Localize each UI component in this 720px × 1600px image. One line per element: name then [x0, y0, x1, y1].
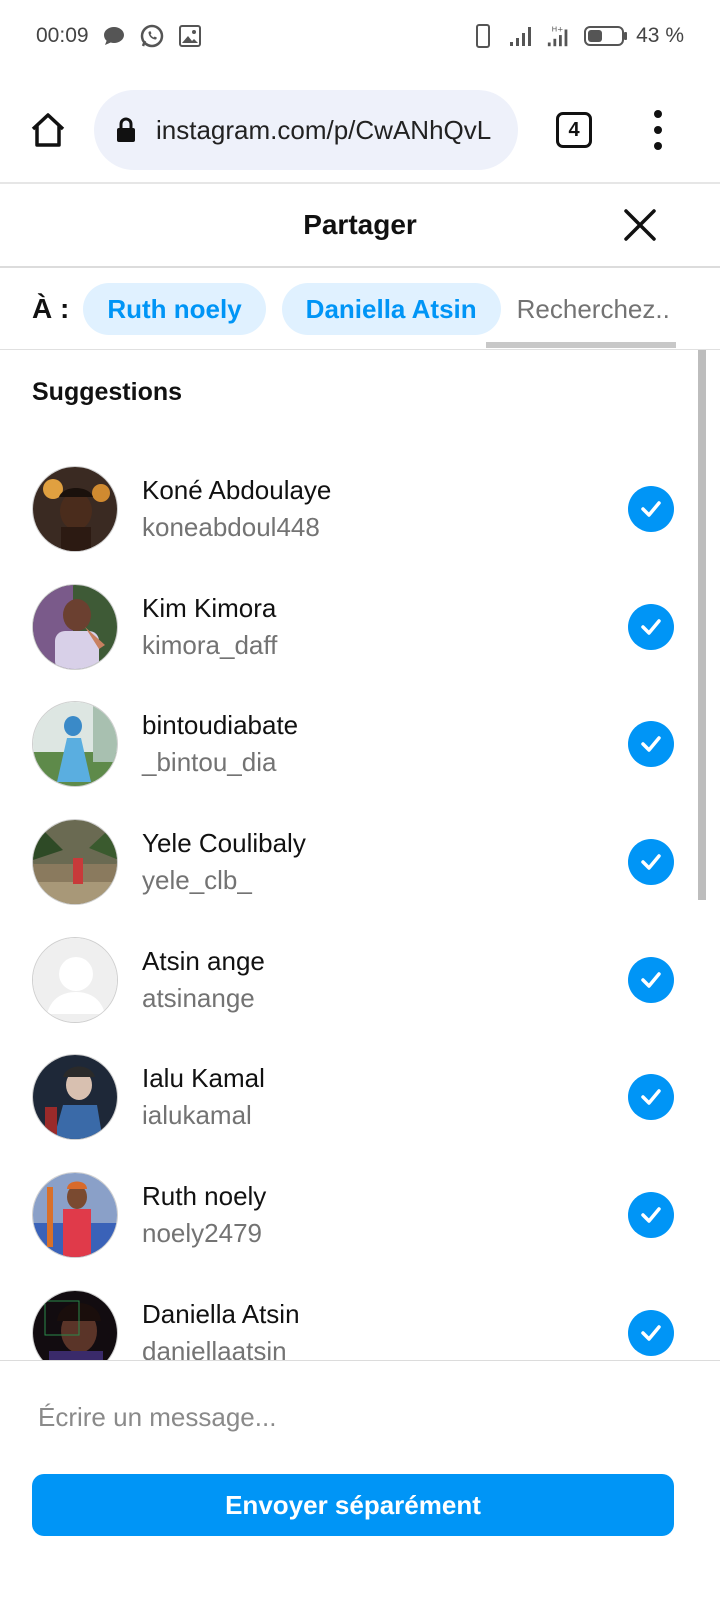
contact-name: Ruth noely	[142, 1180, 267, 1211]
default-profile-icon	[33, 937, 117, 1022]
avatar	[32, 701, 118, 788]
check-icon	[641, 854, 661, 870]
phone-device-icon	[470, 23, 496, 49]
contact-row[interactable]: bintoudiabate _bintou_dia	[0, 685, 720, 803]
contact-username: yele_clb_	[142, 864, 252, 895]
contact-name: Atsin ange	[142, 945, 265, 976]
avatar	[32, 1054, 118, 1141]
recipient-chip[interactable]: Ruth noely	[83, 283, 266, 335]
contact-username: daniellaatsin	[142, 1335, 287, 1360]
contact-row[interactable]: Ialu Kamal ialukamal	[0, 1038, 720, 1156]
recipient-search-input[interactable]	[516, 293, 687, 325]
contact-list: Koné Abdoulaye koneabdoul448 Kim Kimora …	[0, 450, 720, 1360]
avatar	[32, 583, 118, 670]
selected-checkmark[interactable]	[628, 603, 674, 650]
selected-checkmark[interactable]	[628, 1192, 674, 1239]
check-icon	[641, 1207, 661, 1223]
whatsapp-icon	[139, 23, 165, 49]
overflow-menu-button[interactable]	[648, 110, 668, 150]
menu-dot-icon	[654, 110, 662, 118]
url-text: instagram.com/p/CwANhQvL	[156, 114, 492, 145]
home-button[interactable]	[26, 108, 70, 152]
check-icon	[641, 1089, 661, 1106]
page-title: Partager	[303, 209, 417, 240]
tab-switcher-button[interactable]: 4	[556, 112, 592, 148]
check-icon	[641, 736, 661, 753]
contact-name: bintoudiabate	[142, 710, 299, 741]
contact-row[interactable]: Koné Abdoulaye koneabdoul448	[0, 450, 720, 568]
contact-username: _bintou_dia	[142, 747, 277, 778]
status-bar: 00:09 H+ 43 %	[0, 0, 720, 72]
message-input[interactable]	[38, 1392, 678, 1442]
check-icon	[641, 501, 661, 517]
share-header: Partager	[0, 184, 720, 266]
lock-icon	[117, 117, 135, 142]
recipients-row: À : Ruth noely Daniella Atsin	[0, 268, 720, 350]
status-bar-right: H+ 43 %	[470, 23, 684, 49]
suggestions-panel: Suggestions Koné Abdoulaye koneabdoul448…	[0, 350, 720, 1360]
avatar	[32, 1171, 118, 1258]
selected-checkmark[interactable]	[628, 486, 674, 532]
suggestions-title: Suggestions	[32, 378, 183, 406]
close-button[interactable]	[620, 205, 660, 245]
search-input-underline	[486, 342, 676, 348]
contact-name: Koné Abdoulaye	[142, 474, 332, 505]
selected-checkmark[interactable]	[628, 1309, 674, 1356]
selected-checkmark[interactable]	[628, 839, 674, 886]
contact-row[interactable]: Atsin ange atsinange	[0, 921, 720, 1039]
check-icon	[641, 972, 661, 988]
contact-row[interactable]: Kim Kimora kimora_daff	[0, 568, 720, 686]
contact-row[interactable]: Ruth noely noely2479	[0, 1156, 720, 1274]
battery-indicator: 43 %	[584, 24, 684, 48]
selected-checkmark[interactable]	[628, 956, 674, 1003]
contact-username: ialukamal	[142, 1100, 252, 1131]
browser-toolbar: instagram.com/p/CwANhQvL 4	[0, 82, 720, 178]
contact-name: Kim Kimora	[142, 592, 277, 623]
contact-name: Daniella Atsin	[142, 1298, 300, 1329]
status-bar-left: 00:09	[36, 23, 203, 49]
selected-checkmark[interactable]	[628, 721, 674, 768]
address-bar[interactable]: instagram.com/p/CwANhQvL	[94, 90, 518, 170]
contact-username: noely2479	[142, 1217, 262, 1248]
image-icon	[177, 23, 203, 49]
menu-dot-icon	[654, 126, 662, 134]
clock: 00:09	[36, 24, 89, 47]
signal-icon	[508, 23, 534, 49]
default-avatar	[32, 936, 118, 1023]
check-icon	[641, 618, 661, 635]
avatar	[32, 465, 118, 552]
menu-dot-icon	[654, 142, 662, 150]
close-icon	[624, 209, 656, 241]
selected-checkmark[interactable]	[628, 1074, 674, 1121]
home-icon	[31, 113, 65, 147]
to-label: À :	[32, 293, 70, 324]
battery-percent: 43 %	[636, 24, 684, 47]
avatar	[32, 818, 118, 905]
contact-username: koneabdoul448	[142, 511, 320, 542]
contact-username: atsinange	[142, 982, 255, 1013]
contact-row[interactable]: Yele Coulibaly yele_clb_	[0, 803, 720, 921]
send-separately-button[interactable]: Envoyer séparément	[32, 1474, 674, 1536]
check-icon	[641, 1325, 661, 1341]
divider	[0, 1360, 720, 1361]
signal-hplus-icon: H+	[546, 23, 572, 49]
message-bubble-icon	[101, 23, 127, 49]
contact-name: Yele Coulibaly	[142, 827, 306, 858]
contact-username: kimora_daff	[142, 629, 278, 660]
contact-name: Ialu Kamal	[142, 1063, 265, 1094]
recipient-chip[interactable]: Daniella Atsin	[281, 283, 501, 335]
contact-row[interactable]: Daniella Atsin daniellaatsin	[0, 1274, 720, 1360]
avatar	[32, 1289, 118, 1360]
svg-text:H+: H+	[552, 24, 564, 33]
